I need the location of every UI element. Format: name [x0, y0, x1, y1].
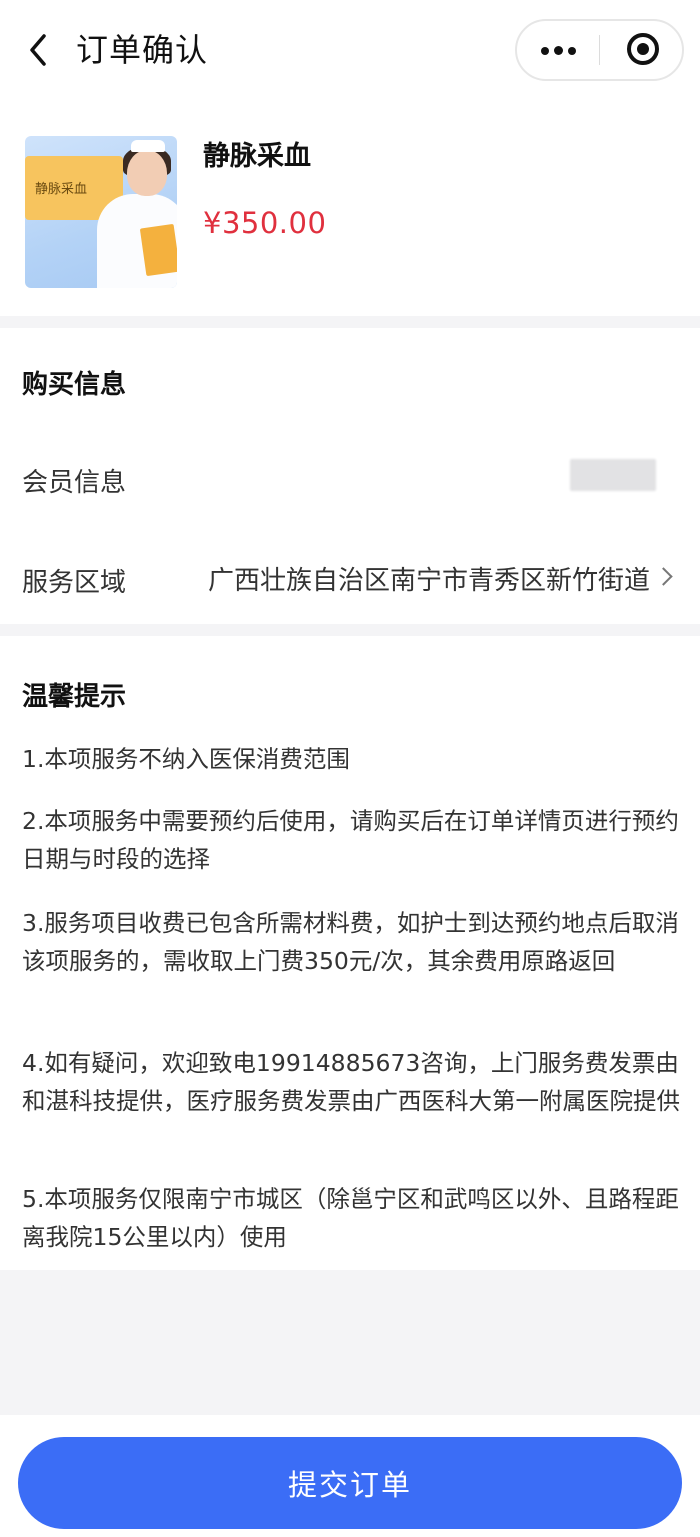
chevron-right-icon — [654, 567, 673, 586]
close-mini-program-button[interactable] — [613, 21, 683, 79]
member-info-label: 会员信息 — [22, 468, 127, 498]
tip-item: 1.本项服务不纳入医保消费范围 — [22, 745, 350, 773]
product-price: ¥350.00 — [203, 206, 327, 240]
tip-item: 2.本项服务中需要预约后使用，请购买后在订单详情页进行预约日期与时段的选择 — [22, 807, 679, 873]
member-info-value-redacted — [570, 459, 656, 491]
navigation-bar: 订单确认 — [0, 0, 700, 104]
footer-bar: 提交订单 — [0, 1415, 700, 1537]
back-button[interactable] — [20, 30, 60, 70]
more-button[interactable] — [517, 21, 599, 79]
tip-item: 3.服务项目收费已包含所需材料费，如护士到达预约地点后取消该项服务的，需收取上门… — [22, 909, 679, 975]
thumbnail-label: 静脉采血 — [35, 182, 88, 197]
product-card: 静脉采血 静脉采血 ¥350.00 — [0, 104, 700, 316]
tip-item: 4.如有疑问，欢迎致电19914885673咨询，上门服务费发票由和湛科技提供，… — [22, 1049, 680, 1115]
service-area-label: 服务区域 — [22, 568, 127, 598]
purchase-info-title: 购买信息 — [22, 370, 127, 400]
tip-item: 5.本项服务仅限南宁市城区（除邕宁区和武鸣区以外、且路程距离我院15公里以内）使… — [22, 1185, 679, 1251]
product-name: 静脉采血 — [203, 141, 311, 172]
product-thumbnail: 静脉采血 — [25, 136, 177, 288]
service-area-value: 广西壮族自治区南宁市青秀区新竹街道 — [207, 566, 650, 596]
purchase-info-section: 购买信息 会员信息 服务区域 广西壮族自治区南宁市青秀区新竹街道 — [0, 328, 700, 624]
service-area-row[interactable]: 服务区域 广西壮族自治区南宁市青秀区新竹街道 — [0, 530, 700, 620]
mini-program-capsule — [515, 19, 684, 81]
back-arrow-icon — [30, 34, 46, 66]
page-title: 订单确认 — [76, 31, 209, 69]
submit-order-button[interactable]: 提交订单 — [18, 1437, 682, 1529]
capsule-divider — [599, 35, 600, 65]
member-info-row[interactable]: 会员信息 — [0, 430, 700, 520]
tips-section: 温馨提示 1.本项服务不纳入医保消费范围 2.本项服务中需要预约后使用，请购买后… — [0, 636, 700, 1270]
tips-title: 温馨提示 — [22, 682, 127, 712]
